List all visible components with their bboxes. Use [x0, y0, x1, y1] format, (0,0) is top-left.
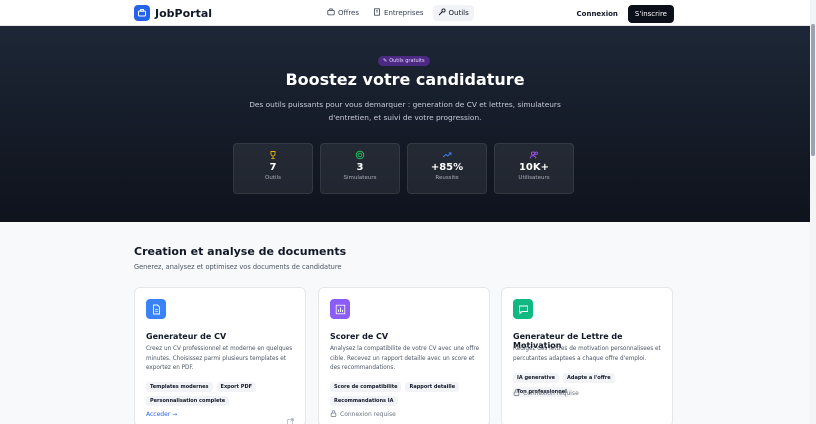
stat-card-utilisateurs: 10K+ Utilisateurs	[494, 143, 574, 194]
wrench-icon	[438, 8, 446, 18]
stat-card-outils: 7 Outils	[233, 143, 313, 194]
stat-value: 3	[356, 162, 364, 173]
users-icon	[495, 150, 573, 160]
tool-card-cv-generator[interactable]: Generateur de CV Creez un CV professionn…	[134, 287, 306, 424]
stat-label: Simulateurs	[343, 175, 377, 181]
stat-value: 7	[269, 162, 277, 173]
message-icon	[513, 299, 533, 319]
stat-label: Reussite	[435, 175, 459, 181]
section-subtitle: Generez, analysez et optimisez vos docum…	[134, 263, 342, 271]
stats-row: 7 Outils 3 Simulateurs +85% Reussite 10K…	[233, 143, 574, 194]
nav-entreprises[interactable]: Entreprises	[368, 5, 429, 21]
stat-value: +85%	[430, 162, 464, 173]
tool-card-cover-letter[interactable]: Generateur de Lettre de Motivation Redig…	[501, 287, 673, 424]
card-title: Generateur de CV	[146, 332, 227, 341]
hero-subtitle: Des outils puissants pour vous demarquer…	[249, 100, 561, 122]
external-link-icon[interactable]	[287, 410, 294, 424]
lock-icon	[513, 389, 520, 398]
tool-card-cv-scorer[interactable]: Scorer de CV Analysez la compatibilite d…	[318, 287, 490, 424]
stat-label: Outils	[265, 175, 281, 181]
tag: Adapte a l'offre	[563, 373, 615, 383]
sparkle-icon: ✎	[383, 58, 388, 64]
card-description: Redigez des lettres de motivation person…	[513, 346, 661, 362]
stat-card-reussite: +85% Reussite	[407, 143, 487, 194]
nav-offres-label: Offres	[338, 9, 360, 17]
scrollbar-thumb[interactable]	[811, 24, 815, 156]
tag-list: Score de compatibilite Rapport detaille …	[330, 382, 482, 406]
login-required: Connexion requise	[513, 389, 579, 398]
nav-outils[interactable]: Outils	[432, 5, 474, 21]
stat-label: Utilisateurs	[518, 175, 550, 181]
login-link[interactable]: Connexion	[577, 10, 618, 18]
tag: Templates modernes	[146, 382, 213, 392]
section-title: Creation et analyse de documents	[134, 245, 347, 258]
brand-logo[interactable]: JobPortal	[134, 5, 212, 21]
nav-outils-label: Outils	[448, 9, 469, 17]
target-icon	[321, 150, 399, 160]
top-navbar: JobPortal Offres Entreprises Outils Conn…	[0, 0, 810, 26]
main-nav: Offres Entreprises Outils	[322, 5, 474, 21]
stat-value: 10K+	[518, 162, 550, 173]
briefcase-icon	[134, 5, 150, 21]
card-description: Creez un CV professionnel et moderne en …	[146, 346, 293, 371]
stat-card-simulateurs: 3 Simulateurs	[320, 143, 400, 194]
tag: Recommandations IA	[330, 396, 398, 406]
lock-icon	[330, 410, 337, 419]
nav-offres[interactable]: Offres	[322, 5, 364, 21]
document-icon	[146, 299, 166, 319]
briefcase-icon	[327, 8, 335, 18]
nav-entreprises-label: Entreprises	[384, 9, 424, 17]
login-required-label: Connexion requise	[340, 411, 396, 418]
signup-button[interactable]: S'inscrire	[627, 5, 674, 23]
bar-chart-icon	[330, 299, 350, 319]
brand-name: JobPortal	[155, 6, 213, 20]
badge-label: Outils gratuits	[389, 58, 425, 64]
free-tools-badge: ✎ Outils gratuits	[378, 56, 430, 66]
tag: Score de compatibilite	[330, 382, 402, 392]
access-link[interactable]: Acceder →	[146, 411, 177, 418]
tag: Personnalisation complete	[146, 396, 230, 406]
tag: Export PDF	[216, 382, 257, 392]
card-title: Scorer de CV	[330, 332, 389, 341]
tag: IA generative	[513, 373, 559, 383]
building-icon	[373, 8, 381, 18]
login-required: Connexion requise	[330, 410, 396, 419]
page-scrollbar[interactable]	[810, 0, 816, 424]
trending-up-icon	[408, 150, 486, 160]
hero-title: Boostez votre candidature	[285, 70, 525, 89]
card-description: Analysez la compatibilite de votre CV av…	[330, 346, 480, 371]
login-required-label: Connexion requise	[523, 390, 579, 397]
hero-section: ✎ Outils gratuits Boostez votre candidat…	[0, 26, 810, 222]
tag: Rapport detaille	[405, 382, 460, 392]
tag-list: Templates modernes Export PDF Personnali…	[146, 382, 298, 406]
auth-actions: Connexion S'inscrire	[577, 5, 674, 23]
trophy-icon	[234, 150, 312, 160]
